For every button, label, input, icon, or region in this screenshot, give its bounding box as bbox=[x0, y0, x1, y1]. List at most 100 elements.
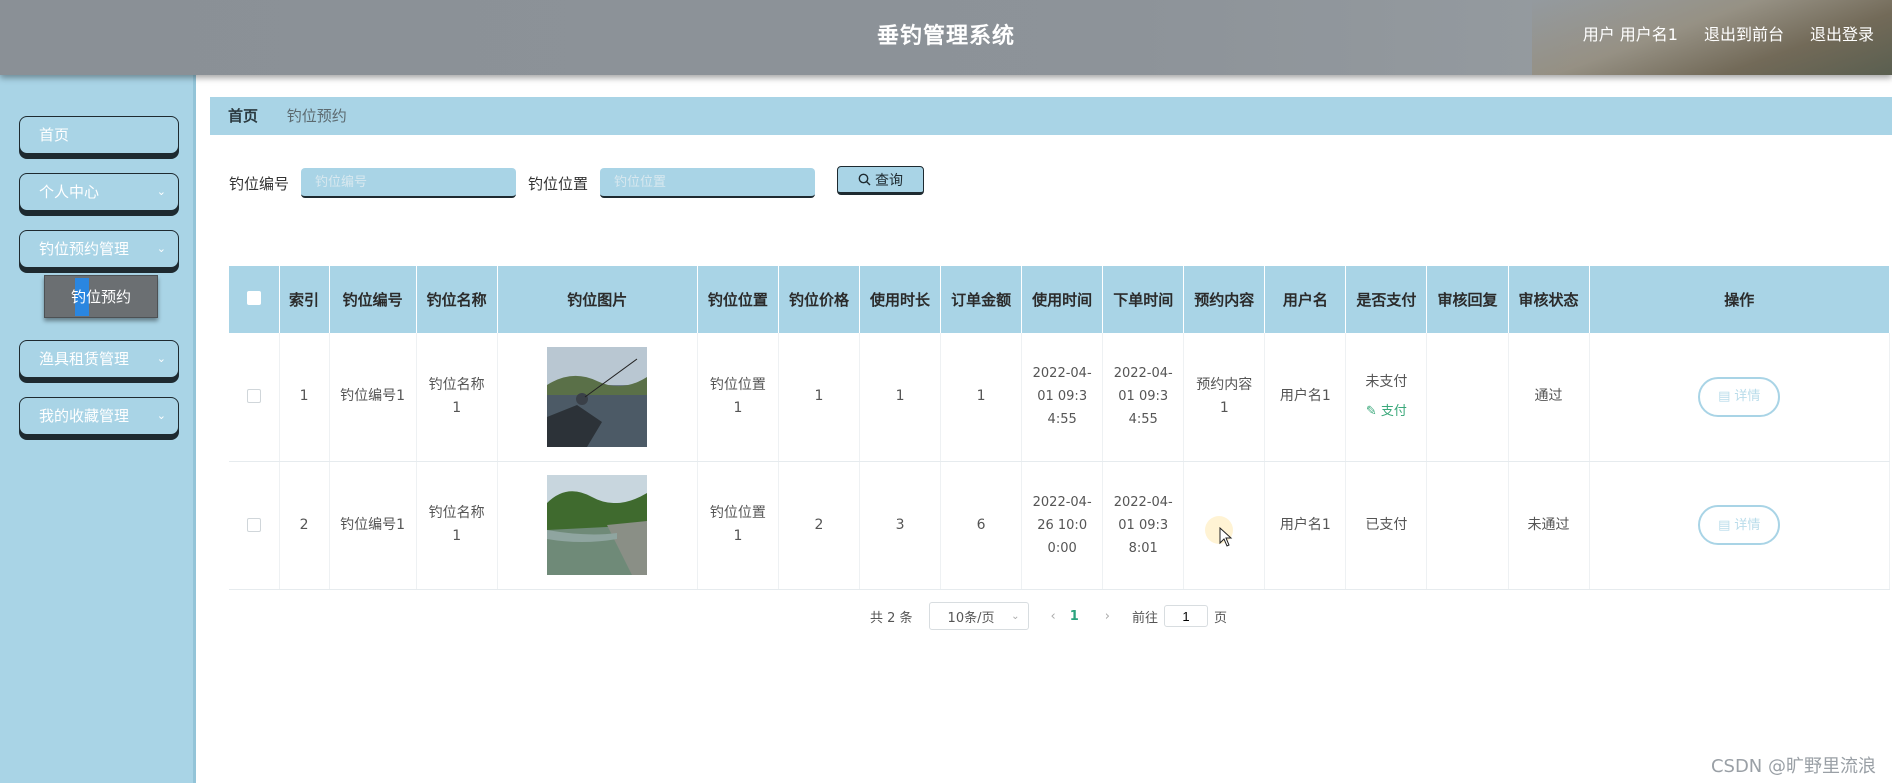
chevron-down-icon: ⌄ bbox=[156, 185, 166, 198]
goto-label: 前往 bbox=[1132, 610, 1159, 626]
mouse-cursor-icon bbox=[1219, 527, 1233, 547]
cell-name: 钓位名称1 bbox=[416, 333, 498, 462]
cell-use-time: 2022-04-26 10:00:00 bbox=[1021, 461, 1104, 590]
cell-index: 2 bbox=[279, 461, 330, 590]
sidebar-item-tackle-rental[interactable]: 渔具租赁管理 ⌄ bbox=[19, 340, 179, 378]
cell-code: 钓位编号1 bbox=[329, 461, 417, 590]
row-checkbox[interactable] bbox=[229, 461, 280, 590]
cell-reply bbox=[1426, 333, 1509, 462]
sidebar-item-label: 钓位预约管理 bbox=[39, 240, 130, 258]
paid-status: 已支付 bbox=[1365, 516, 1408, 533]
fishing-spot-photo bbox=[547, 346, 648, 447]
cell-reply bbox=[1426, 461, 1509, 590]
breadcrumb: 首页 钓位预约 bbox=[210, 97, 1892, 135]
sidebar-item-home[interactable]: 首页 bbox=[19, 116, 179, 154]
detail-button[interactable]: ▤ 详情 bbox=[1698, 376, 1781, 417]
cell-amount: 1 bbox=[940, 333, 1023, 462]
spot-code-label: 钓位编号 bbox=[229, 174, 290, 193]
page-number-current[interactable]: 1 bbox=[1070, 609, 1079, 624]
col-header-code: 钓位编号 bbox=[329, 266, 417, 333]
page-size-value: 10条/页 bbox=[947, 610, 995, 626]
document-icon: ▤ bbox=[1718, 389, 1731, 405]
cell-order-time: 2022-04-01 09:34:55 bbox=[1102, 333, 1185, 462]
table-row: 1 钓位编号1 钓位名称1 钓位位置1 1 1 1 2022-04-01 09:… bbox=[229, 333, 1891, 462]
sidebar-item-label: 首页 bbox=[39, 126, 70, 144]
sidebar-item-favorites[interactable]: 我的收藏管理 ⌄ bbox=[19, 397, 179, 435]
cell-duration: 1 bbox=[859, 333, 942, 462]
sidebar-item-personal-center[interactable]: 个人中心 ⌄ bbox=[19, 173, 179, 211]
cell-name: 钓位名称1 bbox=[416, 461, 498, 590]
col-header-paid: 是否支付 bbox=[1345, 266, 1428, 333]
select-all-checkbox[interactable] bbox=[229, 266, 280, 333]
col-header-amount: 订单金额 bbox=[940, 266, 1023, 333]
cell-status: 通过 bbox=[1508, 333, 1590, 462]
col-header-price: 钓位价格 bbox=[778, 266, 861, 333]
col-header-index: 索引 bbox=[279, 266, 330, 333]
spot-location-input[interactable] bbox=[600, 168, 816, 198]
cell-username: 用户名1 bbox=[1264, 461, 1347, 590]
page-size-select[interactable]: 10条/页 ⌄ bbox=[928, 602, 1029, 630]
col-header-image: 钓位图片 bbox=[497, 266, 698, 333]
col-header-duration: 使用时长 bbox=[859, 266, 942, 333]
detail-button-label: 详情 bbox=[1734, 389, 1761, 405]
exit-to-front-link[interactable]: 退出到前台 bbox=[1704, 0, 1784, 70]
logout-link[interactable]: 退出登录 bbox=[1810, 0, 1874, 70]
col-header-order-time: 下单时间 bbox=[1102, 266, 1185, 333]
chevron-down-icon: ⌄ bbox=[156, 409, 166, 422]
cell-username: 用户名1 bbox=[1264, 333, 1347, 462]
chevron-down-icon: ⌄ bbox=[1011, 610, 1020, 622]
query-button[interactable]: 查询 bbox=[837, 166, 925, 195]
edit-icon: ✎ bbox=[1365, 403, 1377, 419]
table-header-row: 索引 钓位编号 钓位名称 钓位图片 钓位位置 钓位价格 使用时长 订单金额 使用… bbox=[229, 266, 1891, 333]
cell-paid: 未支付 ✎ 支付 bbox=[1345, 333, 1428, 462]
sidebar-item-label: 个人中心 bbox=[39, 183, 100, 201]
row-checkbox[interactable] bbox=[229, 333, 280, 462]
cell-location: 钓位位置1 bbox=[697, 333, 779, 462]
paid-status: 未支付 bbox=[1365, 373, 1408, 390]
sidebar-subitem-label: 钓位预约 bbox=[70, 288, 131, 306]
query-button-label: 查询 bbox=[875, 172, 904, 189]
spot-location-label: 钓位位置 bbox=[528, 174, 589, 193]
detail-button[interactable]: ▤ 详情 bbox=[1698, 505, 1781, 545]
col-header-use-time: 使用时间 bbox=[1021, 266, 1104, 333]
search-bar: 钓位编号 钓位位置 查询 bbox=[229, 166, 925, 200]
col-header-action: 操作 bbox=[1589, 266, 1891, 333]
cell-order-time: 2022-04-01 09:38:01 bbox=[1102, 461, 1185, 590]
col-header-reply: 审核回复 bbox=[1426, 266, 1509, 333]
prev-page-icon[interactable]: ‹ bbox=[1051, 609, 1056, 624]
goto-page-input[interactable] bbox=[1164, 605, 1209, 627]
cell-price: 1 bbox=[778, 333, 861, 462]
sidebar-subitem-booking[interactable]: 钓位预约 bbox=[44, 275, 158, 318]
sidebar-item-label: 我的收藏管理 bbox=[39, 407, 130, 425]
sidebar-item-label: 渔具租赁管理 bbox=[39, 350, 130, 368]
cell-price: 2 bbox=[778, 461, 861, 590]
pay-button-label: 支付 bbox=[1380, 403, 1407, 419]
fishing-spot-photo bbox=[547, 475, 648, 575]
col-header-username: 用户名 bbox=[1264, 266, 1347, 333]
cell-use-time: 2022-04-01 09:34:55 bbox=[1021, 333, 1104, 462]
header-actions: 用户 用户名1 退出到前台 退出登录 bbox=[1583, 0, 1874, 70]
cell-location: 钓位位置1 bbox=[697, 461, 779, 590]
cell-action: ▤ 详情 bbox=[1589, 461, 1891, 590]
cell-action: ▤ 详情 bbox=[1589, 333, 1891, 462]
pagination: 共 2 条 10条/页 ⌄ ‹ 1 › 前往 页 bbox=[870, 601, 1227, 631]
search-icon bbox=[858, 173, 871, 186]
spot-code-input[interactable] bbox=[301, 168, 517, 198]
booking-table: 索引 钓位编号 钓位名称 钓位图片 钓位位置 钓位价格 使用时长 订单金额 使用… bbox=[229, 266, 1891, 590]
col-header-content: 预约内容 bbox=[1183, 266, 1266, 333]
sidebar-item-booking-management[interactable]: 钓位预约管理 ⌄ bbox=[19, 230, 179, 268]
document-icon: ▤ bbox=[1718, 517, 1731, 533]
breadcrumb-home[interactable]: 首页 bbox=[228, 107, 258, 125]
chevron-down-icon: ⌄ bbox=[156, 352, 166, 365]
chevron-down-icon: ⌄ bbox=[156, 242, 166, 255]
cell-content: 预约内容1 bbox=[1183, 333, 1266, 462]
pagination-total: 共 2 条 bbox=[870, 610, 913, 626]
pay-button[interactable]: ✎ 支付 bbox=[1346, 400, 1426, 423]
next-page-icon[interactable]: › bbox=[1105, 609, 1110, 624]
cell-status: 未通过 bbox=[1508, 461, 1590, 590]
cell-image bbox=[497, 333, 698, 462]
breadcrumb-current: 钓位预约 bbox=[286, 107, 347, 125]
cell-paid: 已支付 bbox=[1345, 461, 1428, 590]
top-header: 垂钓管理系统 用户 用户名1 退出到前台 退出登录 bbox=[0, 0, 1892, 75]
table-row: 2 钓位编号1 钓位名称1 钓位位置1 2 3 6 2022-04-26 10:… bbox=[229, 461, 1891, 590]
